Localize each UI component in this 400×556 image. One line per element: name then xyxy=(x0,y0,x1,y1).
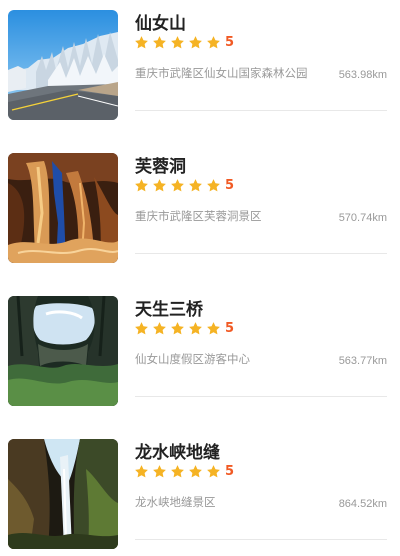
star-rating: 5 xyxy=(134,463,234,479)
list-item[interactable]: 芙蓉洞 5 重庆市武隆区芙蓉洞景区 570.74km xyxy=(0,143,400,263)
star-icon xyxy=(206,464,221,479)
star-icon xyxy=(170,35,185,50)
star-icon xyxy=(152,35,167,50)
attraction-thumbnail[interactable] xyxy=(8,296,118,406)
divider xyxy=(135,253,387,254)
divider xyxy=(135,110,387,111)
karst-cave-image xyxy=(8,153,118,263)
attraction-name[interactable]: 天生三桥 xyxy=(135,295,203,320)
star-rating: 5 xyxy=(134,320,234,336)
attraction-address: 仙女山度假区游客中心 xyxy=(135,352,250,366)
divider xyxy=(135,539,387,540)
attraction-distance: 864.52km xyxy=(338,498,387,510)
star-icon xyxy=(188,178,203,193)
star-icon xyxy=(206,178,221,193)
star-icon xyxy=(206,35,221,50)
star-rating: 5 xyxy=(134,177,234,193)
attraction-address: 重庆市武隆区芙蓉洞景区 xyxy=(135,209,262,223)
star-icon xyxy=(134,464,149,479)
star-icon xyxy=(170,178,185,193)
list-item[interactable]: 龙水峡地缝 5 龙水峡地缝景区 864.52km xyxy=(0,429,400,549)
star-icon xyxy=(170,464,185,479)
rating-score: 5 xyxy=(225,463,235,479)
star-icon xyxy=(206,321,221,336)
attraction-thumbnail[interactable] xyxy=(8,153,118,263)
attraction-distance: 563.77km xyxy=(338,355,387,367)
star-icon xyxy=(188,321,203,336)
star-icon xyxy=(170,321,185,336)
attraction-name[interactable]: 龙水峡地缝 xyxy=(135,438,220,463)
star-icon xyxy=(134,321,149,336)
rating-score: 5 xyxy=(225,177,235,193)
attraction-thumbnail[interactable] xyxy=(8,439,118,549)
rating-score: 5 xyxy=(225,34,235,50)
star-icon xyxy=(134,178,149,193)
attraction-distance: 570.74km xyxy=(338,212,387,224)
star-icon xyxy=(152,321,167,336)
star-icon xyxy=(134,35,149,50)
attraction-address: 龙水峡地缝景区 xyxy=(135,495,216,509)
divider xyxy=(135,396,387,397)
list-item[interactable]: 仙女山 5 重庆市武隆区仙女山国家森林公园 563.98km xyxy=(0,0,400,120)
star-rating: 5 xyxy=(134,34,234,50)
attraction-name[interactable]: 芙蓉洞 xyxy=(135,152,186,177)
rating-score: 5 xyxy=(225,320,235,336)
attraction-address: 重庆市武隆区仙女山国家森林公园 xyxy=(135,66,308,80)
star-icon xyxy=(188,464,203,479)
gorge-waterfall-image xyxy=(8,439,118,549)
star-icon xyxy=(152,464,167,479)
attraction-distance: 563.98km xyxy=(338,69,387,81)
list-item[interactable]: 天生三桥 5 仙女山度假区游客中心 563.77km xyxy=(0,286,400,406)
attraction-name[interactable]: 仙女山 xyxy=(135,9,186,34)
star-icon xyxy=(152,178,167,193)
attraction-thumbnail[interactable] xyxy=(8,10,118,120)
star-icon xyxy=(188,35,203,50)
natural-stone-bridge-image xyxy=(8,296,118,406)
snowy-forest-road-image xyxy=(8,10,118,120)
